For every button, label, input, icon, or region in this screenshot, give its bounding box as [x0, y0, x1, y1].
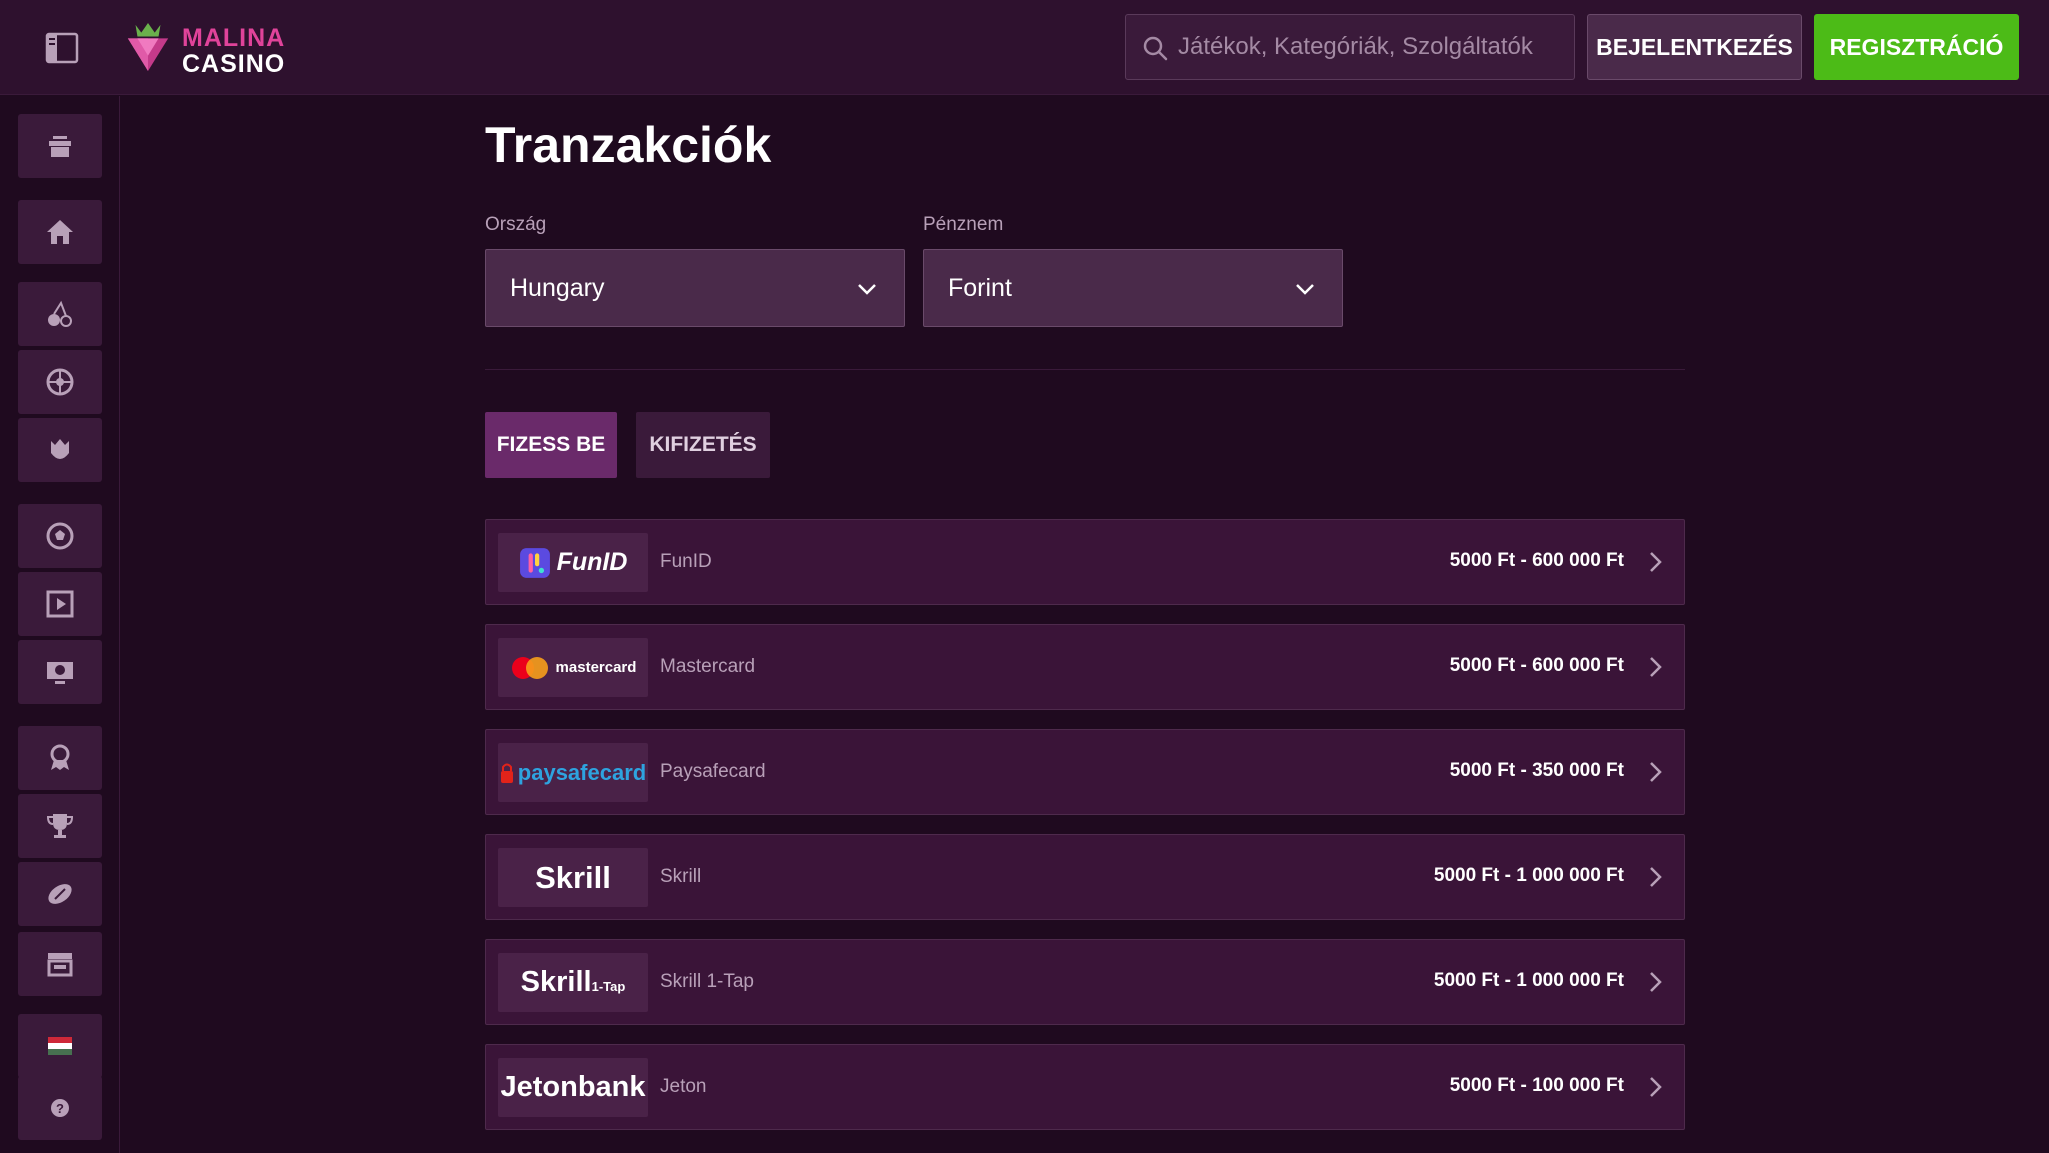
malina-casino-logo[interactable]: MALINA CASINO: [124, 18, 294, 78]
chevron-right-icon: [1650, 657, 1662, 677]
top-header: MALINA CASINO BEJELENTKEZÉS REGISZTRÁCIÓ: [0, 0, 2049, 95]
payment-method-range: 5000 Ft - 1 000 000 Ft: [1433, 865, 1624, 886]
payment-method-name: Skrill: [660, 866, 702, 887]
payment-method-name: FunID: [660, 551, 712, 572]
register-button[interactable]: REGISZTRÁCIÓ: [1814, 14, 2019, 80]
search-box[interactable]: [1125, 14, 1575, 80]
mastercard-logo: mastercard: [498, 638, 648, 697]
paysafecard-logo-text: paysafecard: [517, 759, 647, 785]
mastercard-circles-icon: [511, 656, 548, 679]
sidebar-item-promotions[interactable]: [18, 114, 102, 178]
sidebar-item-shop[interactable]: [18, 932, 102, 996]
skrill-logo-text: Skrill: [535, 859, 611, 895]
jetonbank-logo: Jetonbank: [498, 1058, 648, 1117]
payment-method-name: Paysafecard: [660, 761, 766, 782]
payment-method-range: 5000 Ft - 1 000 000 Ft: [1433, 970, 1624, 991]
login-button[interactable]: BEJELENTKEZÉS: [1587, 14, 1802, 80]
left-sidebar: ?: [0, 96, 120, 1153]
roulette-icon: [46, 368, 74, 396]
payment-method-range: 5000 Ft - 100 000 Ft: [1449, 1075, 1624, 1096]
paysafecard-logo: paysafecard: [498, 743, 648, 802]
sidebar-item-help[interactable]: ?: [18, 1076, 102, 1140]
video-play-icon: [46, 590, 74, 618]
tab-withdrawal[interactable]: KIFIZETÉS: [636, 412, 770, 478]
payment-method-row-mastercard[interactable]: mastercard Mastercard 5000 Ft - 600 000 …: [485, 624, 1685, 710]
hands-icon: [51, 439, 69, 459]
sidebar-item-tournaments[interactable]: [18, 794, 102, 858]
gift-icon: [49, 136, 71, 157]
payment-method-row-skrill[interactable]: Skrill Skrill 5000 Ft - 1 000 000 Ft: [485, 834, 1685, 920]
payment-method-name: Skrill 1-Tap: [660, 971, 754, 992]
sidebar-item-loyalty[interactable]: [18, 726, 102, 790]
payment-method-row-paysafecard[interactable]: paysafecard Paysafecard 5000 Ft - 350 00…: [485, 729, 1685, 815]
chevron-right-icon: [1650, 867, 1662, 887]
trophy-icon: [46, 814, 74, 838]
payment-method-row-skrill-1-tap[interactable]: Skrill1-Tap Skrill 1-Tap 5000 Ft - 1 000…: [485, 939, 1685, 1025]
payment-method-name: Mastercard: [660, 656, 756, 677]
svg-text:?: ?: [56, 1101, 64, 1116]
payment-method-range: 5000 Ft - 600 000 Ft: [1449, 655, 1624, 676]
sidebar-item-sports[interactable]: [18, 504, 102, 568]
award-icon: [50, 744, 70, 770]
sidebar-toggle-icon[interactable]: [44, 30, 80, 66]
currency-select[interactable]: Forint: [923, 249, 1343, 327]
country-value: Hungary: [510, 274, 605, 302]
cherries-icon: [48, 300, 72, 327]
funid-icon: [519, 547, 550, 578]
chevron-right-icon: [1650, 552, 1662, 572]
sidebar-item-live-casino[interactable]: [18, 350, 102, 414]
payment-method-row-jeton[interactable]: Jetonbank Jeton 5000 Ft - 100 000 Ft: [485, 1044, 1685, 1130]
search-icon: [1143, 36, 1168, 61]
sidebar-item-slots[interactable]: [18, 282, 102, 346]
shop-icon: [47, 953, 73, 977]
page-title: Tranzakciók: [485, 117, 772, 173]
tab-deposit[interactable]: FIZESS BE: [485, 412, 617, 478]
jetonbank-logo-text: Jetonbank: [500, 1071, 646, 1103]
search-input[interactable]: [1178, 15, 1568, 79]
strawberry-logo-icon: [127, 23, 169, 71]
chevron-down-icon: [1296, 284, 1314, 295]
funid-logo: FunID: [498, 533, 648, 592]
section-divider: [485, 369, 1685, 370]
tv-icon: [47, 662, 73, 684]
currency-value: Forint: [948, 274, 1012, 302]
chevron-right-icon: [1650, 972, 1662, 992]
sidebar-item-home[interactable]: [18, 200, 102, 264]
logo-text-malina: MALINA: [182, 24, 286, 52]
funid-logo-text: FunID: [556, 548, 628, 576]
skrill-1-tap-logo-text: Skrill: [520, 966, 592, 998]
skrill-1-tap-logo-sub: 1-Tap: [591, 979, 626, 994]
mastercard-logo-text: mastercard: [555, 659, 637, 676]
payment-method-range: 5000 Ft - 350 000 Ft: [1449, 760, 1624, 781]
sidebar-item-live-sports[interactable]: [18, 640, 102, 704]
currency-label: Pénznem: [923, 214, 1004, 235]
chevron-right-icon: [1650, 1077, 1662, 1097]
sidebar-item-esports[interactable]: [18, 862, 102, 926]
country-label: Ország: [485, 214, 547, 235]
sidebar-item-table-games[interactable]: [18, 418, 102, 482]
logo-text-casino: CASINO: [182, 50, 286, 78]
country-select[interactable]: Hungary: [485, 249, 905, 327]
sidebar-item-virtual[interactable]: [18, 572, 102, 636]
home-icon: [47, 220, 73, 244]
soccer-ball-icon: [46, 522, 74, 550]
sidebar-item-language[interactable]: [18, 1014, 102, 1078]
hungary-flag-icon: [48, 1037, 72, 1055]
rugby-icon: [48, 884, 72, 904]
skrill-logo: Skrill: [498, 848, 648, 907]
chevron-down-icon: [858, 284, 876, 295]
payment-method-range: 5000 Ft - 600 000 Ft: [1449, 550, 1624, 571]
payment-method-row-funid[interactable]: FunID FunID 5000 Ft - 600 000 Ft: [485, 519, 1685, 605]
padlock-icon: [500, 763, 513, 783]
skrill-1-tap-logo: Skrill1-Tap: [498, 953, 648, 1012]
help-icon: ?: [51, 1099, 69, 1117]
chevron-right-icon: [1650, 762, 1662, 782]
payment-method-name: Jeton: [660, 1076, 707, 1097]
